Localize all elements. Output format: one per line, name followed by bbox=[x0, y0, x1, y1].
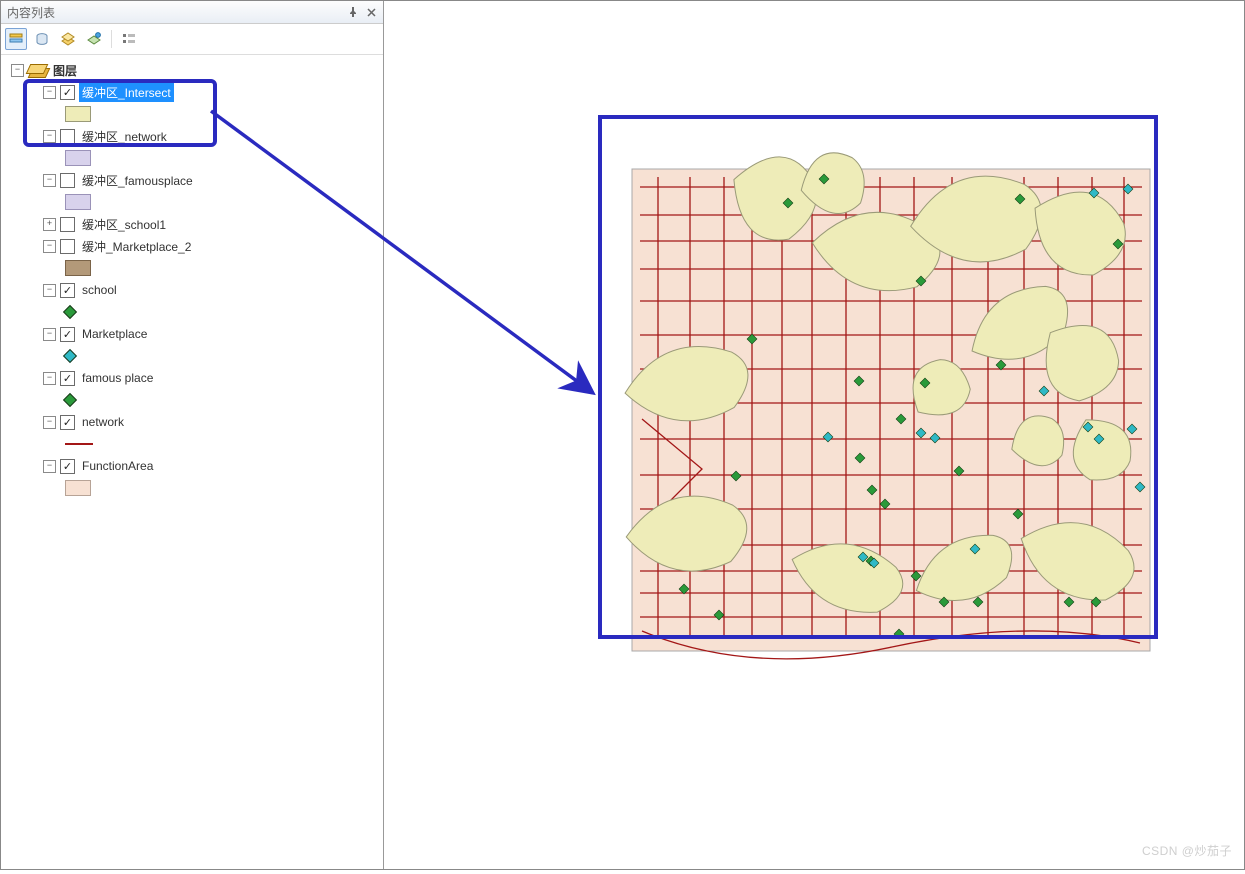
root-label[interactable]: 图层 bbox=[50, 61, 80, 80]
layer-checkbox[interactable] bbox=[60, 173, 75, 188]
line-swatch[interactable] bbox=[65, 443, 93, 445]
layer-row-l5[interactable]: school bbox=[9, 279, 379, 301]
layer-label[interactable]: 缓冲区_famousplace bbox=[79, 171, 196, 190]
layer-symbol bbox=[9, 345, 379, 367]
toc-toolbar bbox=[1, 24, 383, 55]
expander-icon[interactable] bbox=[43, 416, 56, 429]
expander-icon[interactable] bbox=[43, 130, 56, 143]
layer-row-l8[interactable]: network bbox=[9, 411, 379, 433]
layer-row-l9[interactable]: FunctionArea bbox=[9, 455, 379, 477]
point-swatch[interactable] bbox=[63, 393, 77, 407]
layer-row-l4[interactable]: 缓冲_Marketplace_2 bbox=[9, 235, 379, 257]
layer-label[interactable]: 缓冲区_school1 bbox=[79, 215, 169, 234]
layer-row-l7[interactable]: famous place bbox=[9, 367, 379, 389]
layer-row-l3[interactable]: 缓冲区_school1 bbox=[9, 213, 379, 235]
expander-icon[interactable] bbox=[43, 218, 56, 231]
expander-icon[interactable] bbox=[43, 240, 56, 253]
map-view[interactable]: CSDN @炒茄子 bbox=[384, 1, 1244, 869]
list-by-selection-icon[interactable] bbox=[83, 28, 105, 50]
expander-icon[interactable] bbox=[43, 460, 56, 473]
layer-symbol bbox=[9, 257, 379, 279]
fill-swatch[interactable] bbox=[65, 194, 91, 210]
app-root: 内容列表 图层缓冲区_I bbox=[0, 0, 1245, 870]
expander-icon[interactable] bbox=[43, 328, 56, 341]
layer-checkbox[interactable] bbox=[60, 283, 75, 298]
layer-row-l0[interactable]: 缓冲区_Intersect bbox=[9, 81, 379, 103]
layer-symbol bbox=[9, 191, 379, 213]
expander-icon[interactable] bbox=[43, 284, 56, 297]
layer-label[interactable]: famous place bbox=[79, 370, 156, 386]
layer-symbol bbox=[9, 433, 379, 455]
layer-row-l6[interactable]: Marketplace bbox=[9, 323, 379, 345]
layer-checkbox[interactable] bbox=[60, 239, 75, 254]
layer-checkbox[interactable] bbox=[60, 327, 75, 342]
map-canvas bbox=[384, 1, 1244, 871]
layer-symbol bbox=[9, 147, 379, 169]
list-by-source-icon[interactable] bbox=[31, 28, 53, 50]
list-by-visibility-icon[interactable] bbox=[57, 28, 79, 50]
layer-checkbox[interactable] bbox=[60, 85, 75, 100]
layer-label[interactable]: Marketplace bbox=[79, 326, 150, 342]
toc-tree[interactable]: 图层缓冲区_Intersect 缓冲区_network 缓冲区_famousplac… bbox=[1, 55, 383, 869]
layer-checkbox[interactable] bbox=[60, 217, 75, 232]
layer-symbol bbox=[9, 477, 379, 499]
expander-root[interactable] bbox=[11, 64, 24, 77]
layers-icon bbox=[28, 64, 46, 76]
point-swatch[interactable] bbox=[63, 349, 77, 363]
expander-icon[interactable] bbox=[43, 372, 56, 385]
toc-panel: 内容列表 图层缓冲区_I bbox=[1, 1, 384, 869]
fill-swatch[interactable] bbox=[65, 150, 91, 166]
layer-checkbox[interactable] bbox=[60, 129, 75, 144]
point-swatch[interactable] bbox=[63, 305, 77, 319]
layer-label[interactable]: network bbox=[79, 414, 127, 430]
options-icon[interactable] bbox=[118, 28, 140, 50]
fill-swatch[interactable] bbox=[65, 260, 91, 276]
layer-checkbox[interactable] bbox=[60, 371, 75, 386]
toc-title: 内容列表 bbox=[5, 4, 343, 21]
layer-row-l1[interactable]: 缓冲区_network bbox=[9, 125, 379, 147]
fill-swatch[interactable] bbox=[65, 480, 91, 496]
list-by-drawing-order-icon[interactable] bbox=[5, 28, 27, 50]
expander-icon[interactable] bbox=[43, 86, 56, 99]
toc-titlebar: 内容列表 bbox=[1, 1, 383, 24]
layer-label[interactable]: 缓冲区_Intersect bbox=[79, 83, 174, 102]
fill-swatch[interactable] bbox=[65, 106, 91, 122]
layer-label[interactable]: school bbox=[79, 282, 120, 298]
toolbar-separator bbox=[111, 30, 112, 48]
layer-symbol bbox=[9, 103, 379, 125]
layer-row-l2[interactable]: 缓冲区_famousplace bbox=[9, 169, 379, 191]
layer-label[interactable]: FunctionArea bbox=[79, 458, 156, 474]
close-icon[interactable] bbox=[363, 4, 379, 20]
layer-symbol bbox=[9, 301, 379, 323]
layer-checkbox[interactable] bbox=[60, 459, 75, 474]
pin-icon[interactable] bbox=[345, 4, 361, 20]
watermark-text: CSDN @炒茄子 bbox=[1142, 842, 1232, 859]
expander-icon[interactable] bbox=[43, 174, 56, 187]
layer-label[interactable]: 缓冲_Marketplace_2 bbox=[79, 237, 194, 256]
layer-symbol bbox=[9, 389, 379, 411]
layer-checkbox[interactable] bbox=[60, 415, 75, 430]
layer-label[interactable]: 缓冲区_network bbox=[79, 127, 170, 146]
